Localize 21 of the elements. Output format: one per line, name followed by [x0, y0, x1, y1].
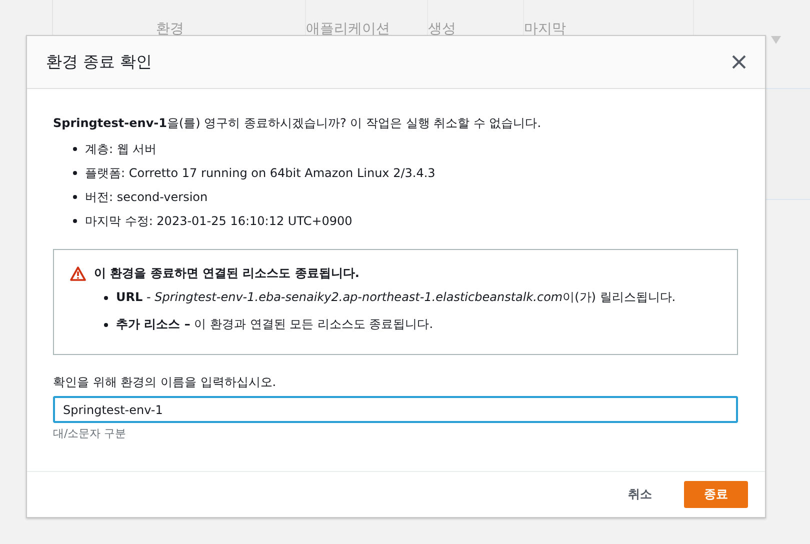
dialog-title: 환경 종료 확인: [46, 52, 152, 72]
detail-item: 버전: second-version: [85, 189, 208, 206]
warning-icon: [70, 266, 86, 280]
detail-item: 마지막 수정: 2023-01-25 16:10:12 UTC+0900: [85, 213, 352, 230]
cancel-button[interactable]: 취소: [626, 480, 654, 509]
bullet-icon: [73, 171, 77, 175]
field-hint: 대/소문자 구분: [53, 426, 128, 441]
bullet-icon: [104, 296, 108, 300]
warning-item: 추가 리소스 – 이 환경과 연결된 모든 리소스도 종료됩니다.: [116, 316, 434, 333]
detail-item: 플랫폼: Corretto 17 running on 64bit Amazon Linux 2/3.4.3: [85, 165, 436, 182]
field-label: 확인을 위해 환경의 이름을 입력하십시오.: [53, 374, 278, 391]
detail-item: 계층: 웹 서버: [85, 141, 157, 158]
bullet-icon: [73, 147, 77, 151]
warning-title: 이 환경을 종료하면 연결된 리소스도 종료됩니다.: [94, 265, 360, 282]
bullet-icon: [73, 219, 77, 223]
bullet-icon: [104, 322, 108, 326]
close-icon[interactable]: [732, 55, 746, 69]
environment-name-field[interactable]: Springtest-env-1: [53, 396, 738, 423]
bullet-icon: [73, 195, 77, 199]
confirmation-message: Springtest-env-1을(를) 영구히 종료하시겠습니까? 이 작업은 실행 취소할 수 없습니다.: [53, 115, 542, 132]
warning-item: URL - Springtest-env-1.eba-senaiky2.ap-northeast-1.elasticbeanstalk.com이(가) 릴리스됩니다.: [116, 289, 676, 306]
